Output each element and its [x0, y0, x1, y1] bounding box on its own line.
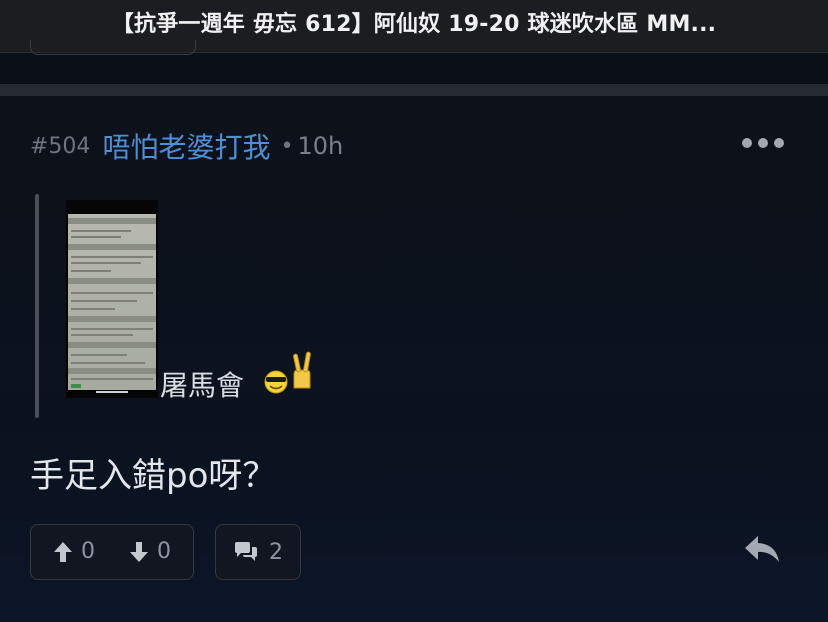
quote-dash: [96, 391, 128, 393]
quote-text: 屠馬會: [160, 369, 245, 402]
upvote-button[interactable]: 0: [53, 539, 95, 564]
post-author[interactable]: 唔怕老婆打我: [102, 126, 270, 166]
upvote-count: 0: [81, 539, 95, 564]
post-divider: [0, 84, 828, 96]
post-number: #504: [30, 133, 91, 159]
post-meta-separator: •: [280, 133, 294, 159]
more-dots-icon[interactable]: [742, 136, 784, 150]
comment-bubbles-icon: [235, 542, 257, 561]
post-time: 10h: [297, 132, 344, 160]
arrow-down-icon: [130, 541, 148, 562]
thread-title: 【抗爭一週年 毋忘 612】阿仙奴 19-20 球迷吹水區 MM...: [111, 12, 717, 37]
downvote-count: 0: [157, 539, 171, 564]
quoted-image[interactable]: [66, 200, 158, 398]
phone-screen-photo: [68, 214, 156, 390]
previous-post-vote-box-edge: [30, 40, 196, 55]
post-body: 手足入錯po呀？: [30, 456, 277, 496]
reply-icon[interactable]: [742, 532, 782, 566]
downvote-button[interactable]: 0: [129, 539, 171, 564]
rock-hand-icon: [293, 351, 311, 389]
comment-count: 2: [269, 539, 283, 565]
post-header: #504 唔怕老婆打我 • 10h: [30, 126, 343, 166]
post-card: #504 唔怕老婆打我 • 10h 屠馬會 手足入錯po呀？ 0 0 2: [0, 96, 828, 622]
vote-box: 0 0: [30, 524, 194, 580]
comment-button[interactable]: 2: [215, 524, 301, 580]
cool-face-icon: [264, 370, 288, 394]
thread-title-bar: 【抗爭一週年 毋忘 612】阿仙奴 19-20 球迷吹水區 MM...: [0, 0, 828, 55]
arrow-up-icon: [54, 541, 72, 562]
quote-bar: [35, 194, 39, 418]
